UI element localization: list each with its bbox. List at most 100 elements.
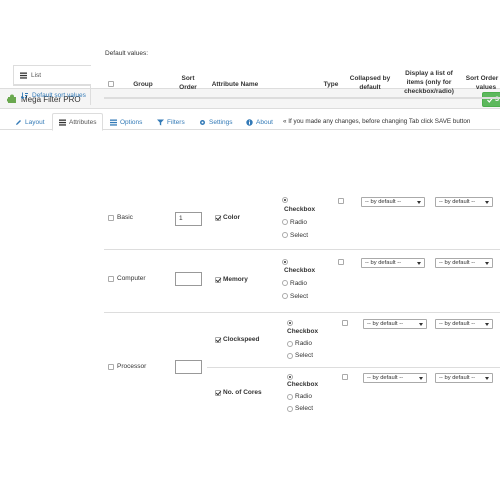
type-radio-select[interactable] [287, 353, 293, 359]
type-radio-select[interactable] [287, 406, 293, 412]
type-radio-checkbox[interactable] [287, 374, 293, 380]
type-radio-select-label: Select [295, 352, 314, 359]
list-icon [110, 119, 117, 126]
collapsed-checkbox[interactable] [338, 259, 344, 265]
attribute-checkbox[interactable] [215, 277, 221, 283]
attribute-name: Clockspeed [223, 336, 260, 343]
collapsed-checkbox[interactable] [338, 198, 344, 204]
group-name: Processor [117, 363, 147, 370]
chevron-down-icon [485, 201, 489, 204]
group-checkbox[interactable] [108, 215, 114, 221]
info-icon [246, 118, 253, 126]
collapsed-checkbox[interactable] [342, 320, 348, 326]
sidebar-item-default-sort-label: Default sort values [32, 92, 86, 99]
sidebar-item-list[interactable]: List [13, 65, 91, 85]
tab-about-label: About [256, 118, 273, 126]
tab-options-label: Options [120, 118, 143, 126]
display-list-select[interactable]: -- by default -- [361, 258, 425, 268]
col-display-list-line2: items (only for [406, 79, 452, 86]
sidebar-item-list-label: List [31, 71, 42, 79]
table-header: Group Sort Order Attribute Name Type Col… [104, 61, 500, 99]
attribute-checkbox[interactable] [215, 215, 221, 221]
type-radio-radio[interactable] [287, 341, 293, 347]
col-sort-order-values: Sort Order of values [456, 74, 500, 92]
row-divider [104, 312, 500, 313]
type-radio-radio-label: Radio [290, 219, 307, 226]
type-radio-checkbox[interactable] [282, 259, 288, 265]
pencil-icon [16, 119, 21, 125]
type-radio-checkbox-label: Checkbox [287, 381, 319, 388]
col-collapsed-line1: Collapsed by [349, 75, 391, 82]
sidebar: List Default sort values [13, 65, 91, 105]
type-radio-radio[interactable] [282, 219, 288, 225]
group-checkbox[interactable] [108, 364, 114, 370]
attribute-checkbox[interactable] [215, 390, 221, 396]
list-icon [20, 72, 27, 79]
col-display-list-line1: Display a list of [405, 70, 453, 77]
attribute-name: No. of Cores [223, 389, 262, 396]
sort-values-select-value: -- by default -- [439, 375, 476, 381]
tab-filters-label: Filters [167, 118, 185, 126]
col-group: Group [133, 81, 153, 88]
type-radio-checkbox[interactable] [282, 197, 288, 203]
chevron-down-icon [419, 323, 423, 326]
sort-values-select[interactable]: -- by default -- [435, 197, 493, 207]
group-name: Basic [117, 214, 133, 221]
chevron-down-icon [417, 262, 421, 265]
display-list-select-value: -- by default -- [367, 375, 404, 381]
display-list-select-value: -- by default -- [365, 199, 402, 205]
type-radio-checkbox[interactable] [287, 320, 293, 326]
tab-attributes[interactable]: Attributes [52, 113, 104, 131]
col-sort-order-values-line1: Sort Order of [465, 75, 500, 82]
type-radio-checkbox-label: Checkbox [284, 206, 316, 213]
tab-settings-label: Settings [209, 118, 233, 126]
attribute-checkbox[interactable] [215, 337, 221, 343]
gear-icon [200, 119, 205, 125]
tab-filters[interactable]: Filters [151, 114, 191, 130]
display-list-select[interactable]: -- by default -- [363, 373, 427, 383]
default-values-label: Default values: [105, 50, 148, 57]
display-list-select[interactable]: -- by default -- [363, 319, 427, 329]
type-radio-radio-label: Radio [295, 340, 312, 347]
attribute-name: Memory [223, 276, 248, 283]
tab-attributes-label: Attributes [69, 118, 97, 126]
type-radio-select[interactable] [282, 232, 288, 238]
tab-layout[interactable]: Layout [9, 114, 51, 130]
filter-icon [157, 119, 164, 125]
display-list-select-value: -- by default -- [367, 321, 404, 327]
type-radio-radio[interactable] [282, 280, 288, 286]
type-radio-checkbox-label: Checkbox [284, 267, 316, 274]
row-divider [207, 367, 500, 368]
display-list-select-value: -- by default -- [365, 260, 402, 266]
sort-order-input[interactable] [175, 272, 202, 286]
sort-values-select-value: -- by default -- [439, 199, 476, 205]
sort-values-select[interactable]: -- by default -- [435, 319, 493, 329]
type-radio-radio-label: Radio [295, 393, 312, 400]
sort-order-input[interactable]: 1 [175, 212, 202, 226]
mega-filter-panel: Mega Filter PRO S Layout Attributes Opti… [0, 88, 500, 412]
sort-values-select[interactable]: -- by default -- [435, 258, 493, 268]
display-list-select[interactable]: -- by default -- [361, 197, 425, 207]
sidebar-item-default-sort-values[interactable]: Default sort values [13, 85, 91, 105]
attribute-name: Color [223, 214, 240, 221]
select-all-checkbox[interactable] [108, 81, 114, 87]
col-display-list: Display a list of items (only for checkb… [396, 69, 462, 96]
tab-settings[interactable]: Settings [193, 114, 239, 130]
type-radio-checkbox-label: Checkbox [287, 328, 319, 335]
group-checkbox[interactable] [108, 276, 114, 282]
sort-values-select[interactable]: -- by default -- [435, 373, 493, 383]
tab-options[interactable]: Options [104, 114, 148, 130]
type-radio-select[interactable] [282, 293, 288, 299]
type-radio-select-label: Select [290, 232, 309, 239]
sort-order-input[interactable] [175, 360, 202, 374]
collapsed-checkbox[interactable] [342, 374, 348, 380]
chevron-down-icon [485, 377, 489, 380]
sort-values-select-value: -- by default -- [439, 260, 476, 266]
sort-values-select-value: -- by default -- [439, 321, 476, 327]
tab-about[interactable]: About [240, 114, 279, 130]
chevron-down-icon [485, 262, 489, 265]
chevron-down-icon [485, 323, 489, 326]
col-collapsed: Collapsed by default [346, 74, 394, 92]
type-radio-radio[interactable] [287, 394, 293, 400]
type-radio-select-label: Select [295, 405, 314, 412]
